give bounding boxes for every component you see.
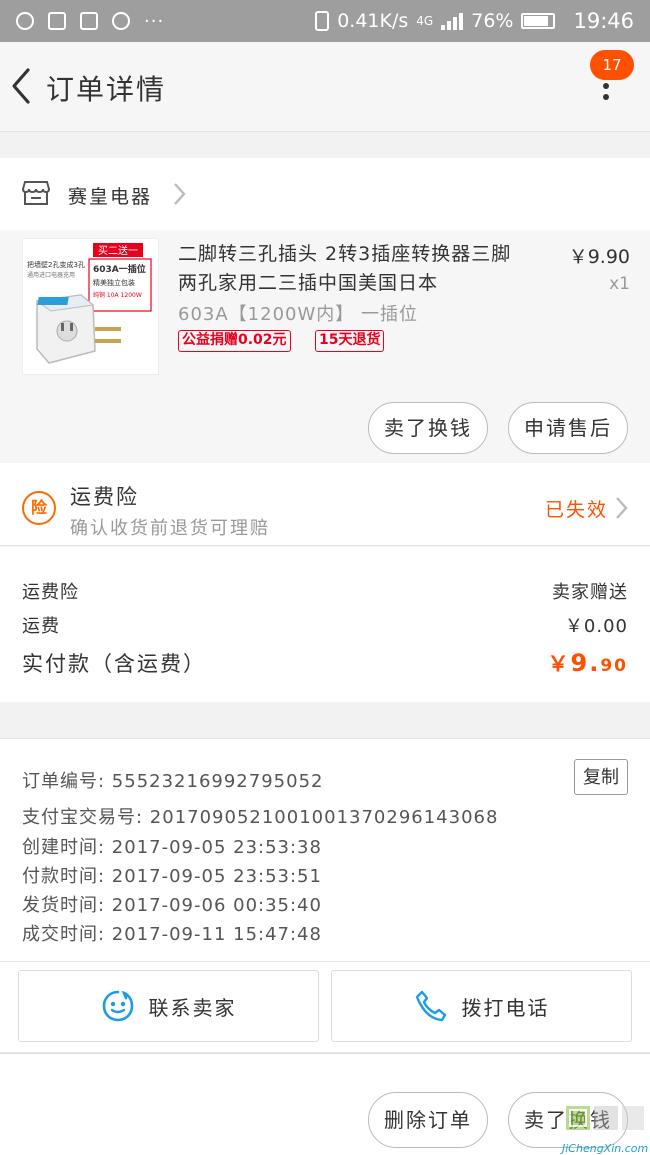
sell-for-cash-button[interactable]: 卖了换钱 xyxy=(368,402,488,454)
image-icon xyxy=(80,12,98,30)
total-decimal: 90 xyxy=(600,656,628,676)
product-item[interactable]: 买二送一 把墙壁2孔变成3孔 通用进口电器充用 603A一插位 精美独立包装 纯… xyxy=(0,230,650,463)
chat-bubble-icon xyxy=(102,990,133,1022)
thumb-line1: 把墙壁2孔变成3孔 xyxy=(27,260,85,269)
alipay-trade-number: 支付宝交易号: 2017090521001001370296143068 xyxy=(22,807,499,828)
charity-tag: 公益捐赠0.02元 xyxy=(178,330,291,352)
thumb-pack: 精美独立包装 xyxy=(93,278,135,287)
thumb-line2: 通用进口电器充用 xyxy=(27,271,75,279)
product-sku: 603A【1200W内】 一插位 xyxy=(178,304,418,325)
after-sale-button[interactable]: 申请售后 xyxy=(508,402,628,454)
order-number: 订单编号: 55523216992795052 xyxy=(22,771,324,792)
paid-time: 付款时间: 2017-09-05 23:53:51 xyxy=(22,866,322,887)
fee-label: 运费险 xyxy=(22,582,79,603)
thumb-spec: 纯铜 10A 1200W xyxy=(93,291,142,299)
fee-summary: 运费险 卖家赠送 运费 ￥0.00 实付款（含运费） ￥9.90 xyxy=(0,547,650,702)
fee-row: 运费险 卖家赠送 xyxy=(22,578,628,604)
total-integer: 9. xyxy=(570,649,601,677)
created-time: 创建时间: 2017-09-05 23:53:38 xyxy=(22,837,322,858)
status-bar: ··· 0.41K/s 4G 76% 19:46 xyxy=(0,0,650,42)
notification-icon xyxy=(16,12,34,30)
return-policy-tag: 15天退货 xyxy=(315,330,385,352)
page-title: 订单详情 xyxy=(46,73,167,106)
insurance-subtitle: 确认收货前退货可理赔 xyxy=(70,518,270,539)
fee-value: 卖家赠送 xyxy=(552,582,628,603)
battery-icon xyxy=(521,13,556,29)
completed-time: 成交时间: 2017-09-11 15:47:48 xyxy=(22,924,322,945)
product-thumbnail[interactable]: 买二送一 把墙壁2孔变成3孔 通用进口电器充用 603A一插位 精美独立包装 纯… xyxy=(22,238,159,375)
shipping-insurance-row[interactable]: 险 运费险 确认收货前退货可理赔 已失效 xyxy=(0,463,650,546)
battery-percent: 76% xyxy=(471,10,514,32)
phone-icon xyxy=(415,990,446,1022)
order-info: 订单编号: 55523216992795052 复制 支付宝交易号: 20170… xyxy=(0,738,650,961)
network-speed: 0.41K/s xyxy=(337,10,409,32)
fee-row: 运费 ￥0.00 xyxy=(22,612,628,638)
clock: 19:46 xyxy=(573,9,634,33)
contact-seller-button[interactable]: 联系卖家 xyxy=(18,970,319,1042)
total-currency: ￥ xyxy=(547,652,571,676)
insurance-title: 运费险 xyxy=(70,485,139,509)
chevron-right-icon xyxy=(616,497,628,519)
insurance-icon: 险 xyxy=(22,491,56,525)
copy-button[interactable]: 复制 xyxy=(574,759,628,795)
contact-bar: 联系卖家 拨打电话 xyxy=(0,961,650,1053)
product-price: ￥9.90 xyxy=(568,246,630,268)
fee-value: ￥0.00 xyxy=(564,616,628,637)
network-type: 4G xyxy=(416,14,434,28)
watermark-text: JiChengXin.com xyxy=(562,1142,649,1155)
chevron-right-icon xyxy=(174,183,186,205)
insurance-status: 已失效 xyxy=(544,499,608,521)
store-icon xyxy=(22,181,50,205)
record-icon xyxy=(112,12,130,30)
call-phone-label: 拨打电话 xyxy=(461,995,550,1020)
more-notifications-icon: ··· xyxy=(144,10,165,32)
vibrate-icon xyxy=(315,11,330,31)
signal-icon xyxy=(441,12,464,30)
call-phone-button[interactable]: 拨打电话 xyxy=(331,970,632,1042)
back-arrow-icon[interactable] xyxy=(10,66,34,106)
shop-name: 赛皇电器 xyxy=(68,186,153,208)
shipped-time: 发货时间: 2017-09-06 00:35:40 xyxy=(22,895,322,916)
total-amount: ￥9.90 xyxy=(548,648,629,678)
message-count-badge: 17 xyxy=(590,50,634,80)
app-header: 订单详情 17 xyxy=(0,42,650,132)
total-label: 实付款（含运费） xyxy=(22,652,206,676)
delete-order-button[interactable]: 删除订单 xyxy=(368,1092,488,1148)
product-name[interactable]: 二脚转三孔插头 2转3插座转换器三脚两孔家用二三插中国美国日本 xyxy=(178,240,518,298)
shop-row[interactable]: 赛皇电器 xyxy=(0,158,650,230)
fee-label: 运费 xyxy=(22,616,60,637)
product-image: 买二送一 把墙壁2孔变成3孔 通用进口电器充用 603A一插位 精美独立包装 纯… xyxy=(23,239,158,374)
thumb-model: 603A一插位 xyxy=(93,263,146,275)
thumb-banner: 买二送一 xyxy=(98,244,138,257)
gallery-icon xyxy=(48,12,66,30)
contact-seller-label: 联系卖家 xyxy=(148,995,237,1020)
product-quantity: x1 xyxy=(609,274,630,294)
total-row: 实付款（含运费） ￥9.90 xyxy=(22,648,628,678)
